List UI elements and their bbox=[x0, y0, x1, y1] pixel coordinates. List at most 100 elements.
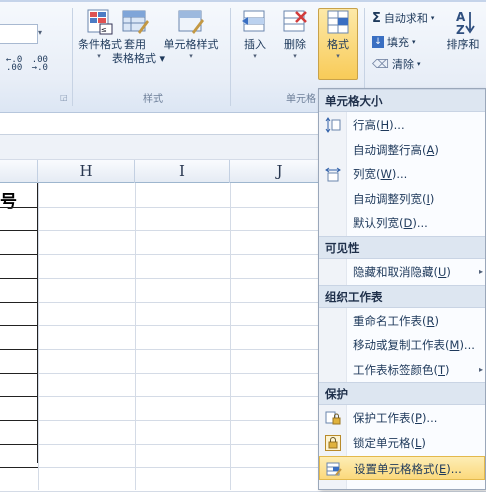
menu-item[interactable]: 设置单元格格式(E)... bbox=[319, 455, 485, 481]
menu-section-header: 保护 bbox=[319, 382, 485, 406]
cell-border bbox=[0, 349, 38, 350]
cell-border bbox=[0, 302, 38, 303]
menu-item-label: 自动调整行高(A) bbox=[353, 138, 439, 162]
format-button-content[interactable]: 格式 ▾ bbox=[318, 8, 358, 61]
chevron-down-icon: ▾ bbox=[189, 52, 193, 60]
menu-item-label: 重命名工作表(R) bbox=[353, 309, 439, 333]
menu-item-text: 保护工作表( bbox=[353, 411, 415, 426]
cell-border bbox=[0, 230, 38, 231]
menu-item-text: 默认列宽( bbox=[353, 216, 404, 231]
cell-border bbox=[0, 373, 38, 374]
number-group-launcher-icon[interactable]: ◲ bbox=[60, 93, 68, 102]
decimal-buttons: ←.0.00 .00 →.0 bbox=[6, 56, 48, 73]
cells-group-label: 单元格 bbox=[286, 94, 316, 105]
eraser-icon: ⌫ bbox=[372, 57, 389, 71]
cell-border bbox=[0, 325, 38, 326]
column-header-g[interactable] bbox=[0, 160, 38, 183]
sort-filter-button[interactable]: A Z 排序和 bbox=[440, 8, 486, 52]
format-dropdown-menu: 单元格大小 行高(H)... 自动调整行高(A) 列宽(W)... 自动调整列宽(I) 默… bbox=[318, 88, 486, 490]
format-cells-icon bbox=[327, 10, 349, 34]
menu-item[interactable]: 工作表标签颜色(T) ▸ bbox=[319, 358, 485, 382]
menu-item-accelerator: R bbox=[426, 313, 435, 328]
menu-item[interactable]: 移动或复制工作表(M)... bbox=[319, 333, 485, 357]
chevron-down-icon: ▾ bbox=[293, 52, 297, 60]
format-label: 格式 bbox=[327, 38, 349, 51]
cell-header-text[interactable]: 号 bbox=[0, 187, 17, 212]
column-header-j[interactable]: J bbox=[230, 160, 330, 183]
sigma-icon: Σ bbox=[372, 10, 381, 26]
increase-decimal-button[interactable]: ←.0.00 bbox=[6, 56, 22, 73]
column-width-icon bbox=[325, 166, 341, 182]
menu-item-text: 自动调整行高( bbox=[353, 142, 427, 157]
menu-item-label: 移动或复制工作表(M)... bbox=[353, 333, 475, 357]
svg-text:Z: Z bbox=[456, 23, 465, 36]
column-header-h[interactable]: H bbox=[38, 160, 135, 183]
chevron-down-icon: ▾ bbox=[416, 60, 421, 68]
menu-item-suffix: )... bbox=[421, 411, 438, 426]
menu-item-label: 自动调整列宽(I) bbox=[353, 187, 434, 211]
cell-border bbox=[0, 420, 38, 421]
menu-item-label: 设置单元格格式(E)... bbox=[354, 457, 462, 481]
clear-button[interactable]: ⌫ 清除 ▾ bbox=[372, 56, 420, 72]
menu-item-text: 锁定单元格( bbox=[353, 436, 415, 450]
menu-item-text: 移动或复制工作表( bbox=[353, 338, 450, 353]
menu-item[interactable]: 重命名工作表(R) bbox=[319, 309, 485, 333]
cell-border bbox=[0, 444, 38, 445]
insert-button[interactable]: 插入 ▾ bbox=[238, 8, 272, 61]
menu-section-header: 组织工作表 bbox=[319, 284, 485, 308]
lock-icon bbox=[325, 435, 341, 451]
delete-button[interactable]: 删除 ▾ bbox=[278, 8, 312, 61]
table-format-label-1: 套用 bbox=[124, 38, 146, 51]
menu-item-suffix: )... bbox=[412, 216, 428, 231]
table-format-icon bbox=[122, 10, 149, 34]
menu-item[interactable]: 行高(H)... bbox=[319, 113, 485, 137]
number-format-dropdown[interactable] bbox=[0, 24, 38, 44]
menu-item-accelerator: W bbox=[380, 167, 392, 182]
chevron-down-icon: ▾ bbox=[253, 52, 257, 60]
autosum-button[interactable]: Σ 自动求和 ▾ bbox=[372, 10, 434, 26]
protect-sheet-icon bbox=[325, 410, 341, 426]
column-gridline bbox=[38, 183, 39, 490]
fill-down-icon: ↓ bbox=[372, 36, 384, 48]
menu-item-text: 工作表标签颜色( bbox=[353, 362, 438, 377]
menu-item-text: 重命名工作表( bbox=[353, 313, 427, 328]
menu-item-label: 工作表标签颜色(T) bbox=[353, 358, 450, 382]
menu-item[interactable]: 默认列宽(D)... bbox=[319, 211, 485, 235]
column-header-i[interactable]: I bbox=[135, 160, 230, 183]
autosum-label: 自动求和 bbox=[383, 12, 428, 25]
cell-styles-button[interactable]: 单元格样式 ▾ bbox=[160, 8, 222, 61]
format-cells-icon bbox=[326, 461, 342, 477]
table-format-button[interactable]: 套用 表格格式 ▾ bbox=[112, 8, 165, 66]
column-gridline bbox=[135, 183, 136, 490]
menu-item[interactable]: 列宽(W)... bbox=[319, 162, 485, 186]
submenu-arrow-icon: ▸ bbox=[478, 267, 483, 276]
menu-item-accelerator: T bbox=[438, 362, 446, 377]
menu-item-label: 默认列宽(D)... bbox=[353, 211, 428, 235]
clear-label: 清除 bbox=[391, 58, 414, 71]
delete-cells-icon bbox=[283, 10, 307, 32]
menu-item-suffix: ) bbox=[429, 191, 435, 206]
chevron-down-icon[interactable]: ▾ bbox=[38, 28, 42, 37]
menu-item[interactable]: 自动调整列宽(I) bbox=[319, 187, 485, 211]
column-gridline bbox=[230, 183, 231, 490]
menu-item[interactable]: 自动调整行高(A) bbox=[319, 138, 485, 162]
submenu-arrow-icon: ▸ bbox=[478, 364, 483, 374]
menu-item[interactable]: 锁定单元格(L) bbox=[319, 431, 485, 455]
cell-styles-label: 单元格样式 bbox=[163, 38, 219, 51]
cell-border bbox=[0, 467, 38, 468]
chevron-down-icon: ▾ bbox=[430, 14, 435, 22]
cell-border bbox=[0, 207, 38, 208]
cell-border bbox=[0, 396, 38, 397]
menu-item[interactable]: 隐藏和取消隐藏(U) ▸ bbox=[319, 260, 485, 284]
chevron-down-icon: ▾ bbox=[412, 38, 416, 46]
row-height-icon bbox=[325, 117, 341, 133]
menu-item-label: 保护工作表(P)... bbox=[353, 406, 437, 430]
fill-button[interactable]: ↓ 填充 ▾ bbox=[372, 34, 416, 50]
menu-item-suffix: ) bbox=[445, 362, 450, 377]
sort-az-icon: A Z bbox=[456, 10, 475, 36]
decrease-decimal-button[interactable]: .00 →.0 bbox=[32, 56, 48, 73]
cell-border bbox=[37, 183, 38, 463]
menu-item-suffix: )... bbox=[389, 118, 405, 132]
menu-item-label: 列宽(W)... bbox=[353, 162, 407, 186]
menu-item[interactable]: 保护工作表(P)... bbox=[319, 406, 485, 430]
